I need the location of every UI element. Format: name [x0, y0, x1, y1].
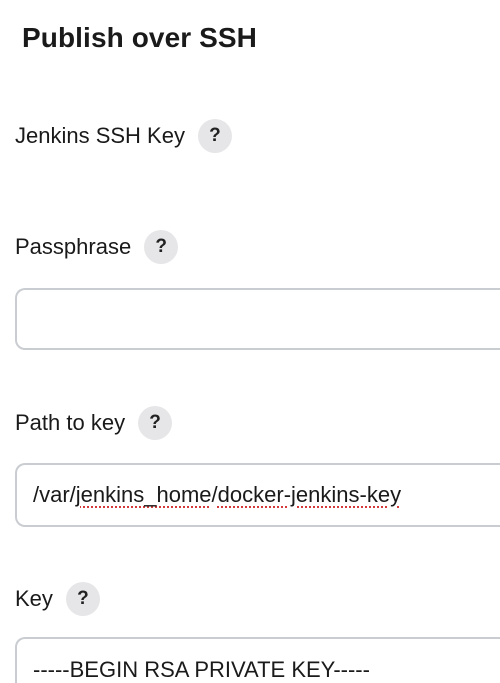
passphrase-row: Passphrase ? — [15, 230, 179, 264]
key-label: Key — [15, 586, 53, 611]
path-to-key-row: Path to key ? — [15, 406, 173, 440]
key-textarea[interactable]: -----BEGIN RSA PRIVATE KEY----- — [15, 637, 500, 683]
publish-over-ssh-panel: Publish over SSH Jenkins SSH Key ? Passp… — [0, 0, 500, 683]
path-to-key-input[interactable]: /var/jenkins_home / docker-jenkins-key — [15, 463, 500, 527]
key-help-icon[interactable]: ? — [65, 582, 100, 616]
key-value: -----BEGIN RSA PRIVATE KEY----- — [33, 657, 370, 682]
passphrase-help-icon[interactable]: ? — [144, 230, 179, 264]
passphrase-label: Passphrase — [15, 234, 132, 259]
jenkins-ssh-key-help-icon[interactable]: ? — [197, 119, 232, 153]
path-to-key-value-part: /var/ — [33, 482, 76, 507]
key-row: Key ? — [15, 582, 100, 616]
path-to-key-value-part: jenkins_home — [75, 482, 212, 507]
jenkins-ssh-key-label: Jenkins SSH Key — [15, 123, 185, 148]
section-title: Publish over SSH — [22, 22, 257, 53]
path-to-key-label: Path to key — [15, 410, 126, 435]
path-to-key-value-part: docker-jenkins-key — [217, 482, 402, 507]
passphrase-input[interactable] — [15, 288, 500, 350]
jenkins-ssh-key-row: Jenkins SSH Key ? — [15, 119, 232, 153]
path-to-key-help-icon[interactable]: ? — [138, 406, 173, 440]
